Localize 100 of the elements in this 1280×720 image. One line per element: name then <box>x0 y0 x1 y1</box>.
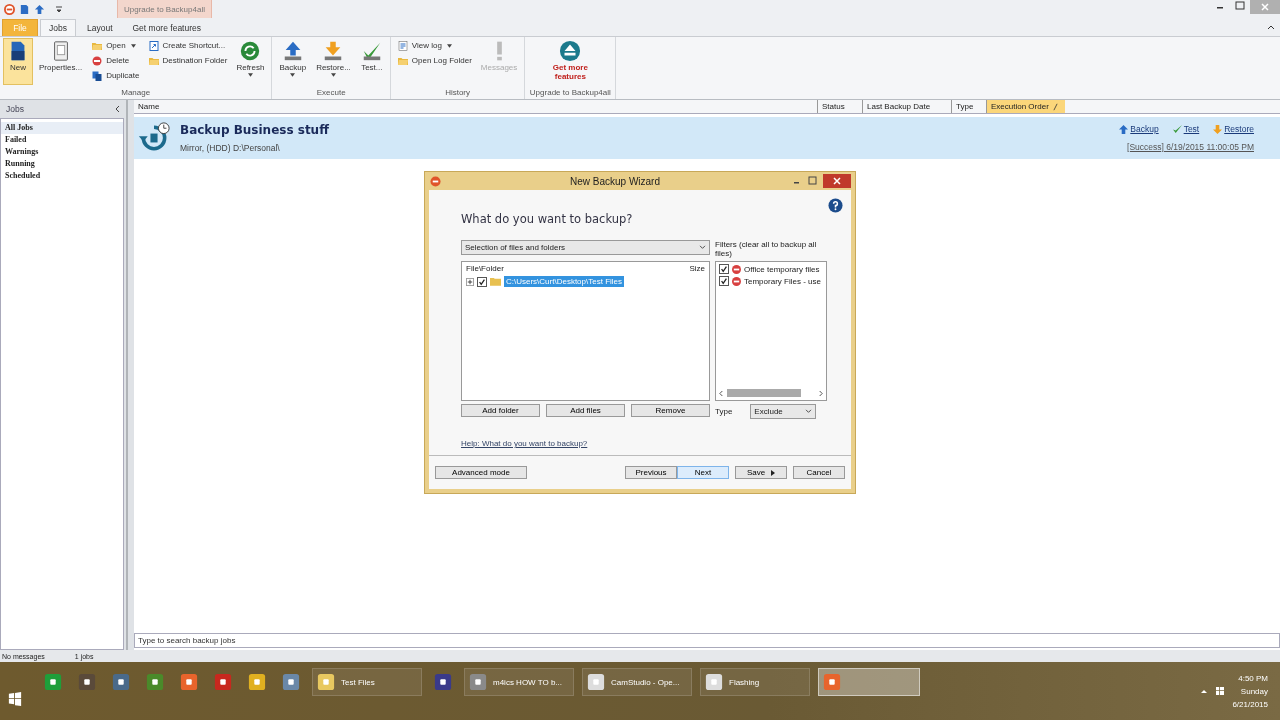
log-icon <box>396 39 409 52</box>
group-label: Execute <box>315 88 347 99</box>
sidebar-item[interactable]: All Jobs <box>1 122 123 134</box>
dialog-button[interactable]: Advanced mode <box>435 466 527 479</box>
ribbon-button[interactable]: Open Log Folder <box>393 53 475 68</box>
dialog-button[interactable]: Add folder <box>461 404 540 417</box>
windows-flag-icon[interactable] <box>1216 687 1225 695</box>
customize-icon[interactable] <box>55 5 63 13</box>
action-link[interactable]: Restore <box>1213 124 1254 134</box>
submenu-arrow-icon <box>771 469 776 476</box>
caret-icon <box>130 43 136 48</box>
close-icon[interactable] <box>823 174 851 188</box>
sort-icon <box>1052 102 1058 111</box>
app-icon[interactable] <box>4 3 15 15</box>
checkmark-icon <box>1172 124 1182 134</box>
column-header[interactable]: Status <box>817 100 862 113</box>
chevron-down-icon <box>699 245 706 250</box>
collapse-icon[interactable] <box>114 105 120 113</box>
action-link[interactable]: Backup <box>1119 124 1159 134</box>
column-header[interactable]: Execution Order <box>986 100 1065 113</box>
ribbon-button[interactable]: Destination Folder <box>144 53 231 68</box>
panel-title: Jobs <box>6 104 24 114</box>
job-title: Backup Business stuff <box>180 123 329 137</box>
dialog-button[interactable]: Next <box>677 466 729 479</box>
ribbon-large-button[interactable]: New <box>3 38 33 85</box>
action-link[interactable]: Test <box>1172 124 1200 134</box>
ribbon-large-button[interactable]: Properties... <box>35 38 87 85</box>
last-run-status: [Success] 6/19/2015 11:00:05 PM <box>1127 142 1254 152</box>
stop-icon <box>91 54 104 67</box>
expand-icon[interactable] <box>466 277 474 286</box>
filter-item[interactable]: Temporary Files - use <box>744 276 821 286</box>
document-icon[interactable] <box>19 3 30 15</box>
collapse-ribbon-icon[interactable] <box>1266 23 1276 31</box>
chevron-left-icon[interactable] <box>719 389 724 397</box>
ribbon-button[interactable]: Open <box>88 38 143 53</box>
dialog-button[interactable]: Save <box>735 466 787 479</box>
column-header: File\Folder <box>466 264 504 273</box>
source-dropdown[interactable]: Selection of files and folders <box>461 240 710 255</box>
up-arrow-icon <box>1119 124 1129 134</box>
down-arrow-icon <box>1213 124 1223 134</box>
caret-icon <box>247 73 253 77</box>
ribbon-large-button[interactable]: Test... <box>356 38 387 85</box>
wizard-question: What do you want to backup? <box>461 212 633 226</box>
group-label: Manage <box>120 88 152 99</box>
ribbon-large-button[interactable]: Restore... <box>312 38 355 85</box>
ribbon-button[interactable]: View log <box>393 38 475 53</box>
folder-icon <box>490 277 501 286</box>
context-tab-title: Upgrade to Backup4all <box>117 0 212 19</box>
sidebar-item[interactable]: Failed <box>1 134 123 146</box>
checkbox[interactable] <box>719 276 729 286</box>
job-row[interactable]: Backup Business stuff Mirror, (HDD) D:\Personal\ Backup Test Restore [Success] 6/19/2015 11:00:05 PM <box>134 117 1280 159</box>
eject-icon <box>559 40 582 62</box>
taskbar-button[interactable]: Flashing <box>700 668 810 696</box>
help-icon[interactable] <box>828 198 843 213</box>
column-header[interactable]: Name <box>134 100 817 113</box>
ribbon-button[interactable]: Duplicate <box>88 68 143 83</box>
column-header[interactable]: Last Backup Date <box>862 100 951 113</box>
clock[interactable]: 4:50 PM Sunday 6/21/2015 <box>1232 671 1268 711</box>
sidebar-item[interactable]: Scheduled <box>1 170 123 182</box>
type-label: Type <box>715 407 733 416</box>
ribbon-large-button[interactable]: Refresh <box>232 38 269 85</box>
ribbon-large-button[interactable]: Get more features <box>528 38 613 85</box>
help-link[interactable]: Help: What do you want to backup? <box>461 439 588 448</box>
checkbox[interactable] <box>477 276 487 287</box>
dialog-button[interactable]: Previous <box>625 466 677 479</box>
ribbon-tab[interactable]: Jobs <box>40 19 76 36</box>
chevron-down-icon <box>805 409 813 414</box>
sidebar-item[interactable]: Warnings <box>1 146 123 158</box>
dialog-title: New Backup Wizard <box>569 175 661 187</box>
exclamation-icon <box>495 40 503 62</box>
ribbon-tab[interactable]: Layout <box>77 19 122 36</box>
dialog-button[interactable]: Remove <box>631 404 710 417</box>
ribbon-large-button[interactable]: Backup <box>275 38 311 85</box>
taskbar-button[interactable]: CamStudio - Ope... <box>582 668 692 696</box>
stop-icon <box>732 276 741 286</box>
taskbar-button[interactable]: m4ics HOW TO b... <box>464 668 574 696</box>
dialog-button[interactable]: Cancel <box>793 466 845 479</box>
tray-expand-icon[interactable] <box>1200 687 1209 695</box>
ribbon-tab[interactable]: Get more features <box>123 19 210 36</box>
checkbox[interactable] <box>719 264 729 274</box>
search-field[interactable]: Type to search backup jobs <box>134 633 1280 648</box>
caret-icon <box>446 43 452 48</box>
start-icon[interactable] <box>8 692 22 706</box>
upload-icon[interactable] <box>34 3 45 15</box>
stop-icon <box>732 264 741 274</box>
ribbon-button[interactable]: Delete <box>88 53 143 68</box>
horizontal-scrollbar[interactable] <box>719 388 823 398</box>
sidebar-item[interactable]: Running <box>1 158 123 170</box>
filters-label: Filters (clear all to backup all files) <box>715 240 818 260</box>
dialog-button[interactable]: Add files <box>546 404 625 417</box>
app-icon <box>430 175 441 187</box>
filter-item[interactable]: Office temporary files <box>744 264 820 274</box>
taskbar-button[interactable]: Test Files <box>312 668 422 696</box>
shortcut-icon <box>147 39 160 52</box>
ribbon-button[interactable]: Create Shortcut... <box>144 38 231 53</box>
chevron-right-icon[interactable] <box>818 389 823 397</box>
group-label: History <box>444 88 471 99</box>
caret-icon <box>330 73 336 77</box>
column-header: Size <box>689 264 705 273</box>
type-dropdown[interactable]: Exclude <box>750 404 817 419</box>
